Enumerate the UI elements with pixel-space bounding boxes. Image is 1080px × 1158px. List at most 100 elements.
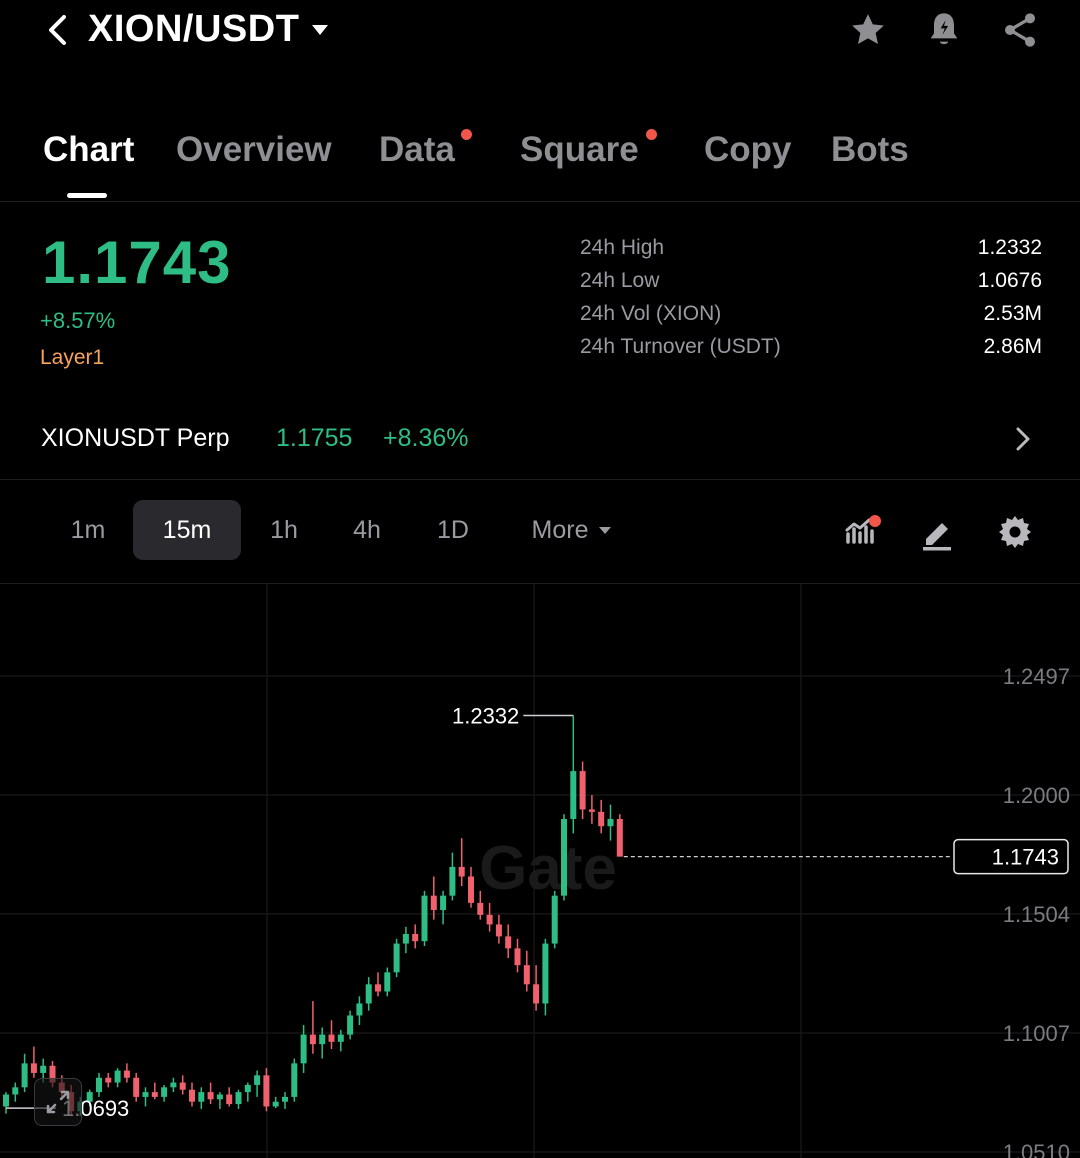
stat-value: 2.86M [983,335,1042,358]
tab-chart[interactable]: Chart [43,130,134,170]
tab-overview[interactable]: Overview [176,130,332,170]
pair-selector[interactable]: XION/USDT [88,8,329,51]
perp-link-row[interactable]: XIONUSDT Perp 1.1755 +8.36% [0,410,1080,480]
stat-label: 24h Vol (XION) [580,302,722,325]
expand-fullscreen-icon[interactable] [34,1078,82,1126]
candle-body [375,984,381,992]
candle-body [114,1070,121,1083]
price-change-percent: +8.57% [40,308,116,333]
top-header: XION/USDT [0,0,1080,70]
candle-body [319,1034,326,1045]
candle-body [30,1063,37,1073]
candle-body [393,943,400,973]
candle-body [282,1096,288,1102]
y-axis-tick-label: 1.1504 [1003,902,1070,927]
current-price-label: 1.1743 [992,845,1059,870]
perp-name: XIONUSDT Perp [41,424,230,452]
candle-body [616,819,623,857]
indicators-icon[interactable] [842,512,882,552]
stat-label: 24h Low [580,269,660,292]
interval-1h[interactable]: 1h [252,500,316,560]
last-price: 1.1743 [42,229,232,296]
stat-row-high: 24h High 1.2332 [580,236,1042,269]
pair-title: XION/USDT [88,8,300,50]
interval-1d[interactable]: 1D [420,500,486,560]
stat-row-volume: 24h Vol (XION) 2.53M [580,302,1042,335]
candle-body [170,1082,177,1088]
candle-body [551,895,558,944]
candle-body [216,1094,223,1100]
candlestick-chart[interactable]: Gate 1.23321.06931.1743 1.24971.20001.15… [0,584,1080,1158]
candle-body [272,1101,279,1107]
candle-body [291,1063,298,1097]
candle-body [40,1065,47,1073]
candle-body [189,1089,195,1102]
draw-pencil-icon[interactable] [918,512,958,552]
candle-body [207,1092,214,1100]
stat-value: 1.2332 [977,236,1042,259]
stats-panel: 24h High 1.2332 24h Low 1.0676 24h Vol (… [580,236,1042,368]
candle-body [244,1084,251,1093]
candle-body [430,895,437,911]
candle-body [561,819,567,896]
settings-gear-icon[interactable] [995,512,1035,552]
interval-1m[interactable]: 1m [55,500,121,560]
bell-alert-icon[interactable] [922,8,966,52]
stat-value: 2.53M [983,302,1042,325]
interval-more-dropdown[interactable]: More [512,500,632,560]
candle-body [505,936,512,949]
interval-4h[interactable]: 4h [334,500,400,560]
candle-body [533,984,540,1004]
candle-body [235,1092,242,1105]
candle-body [123,1070,130,1078]
candle-body [133,1077,140,1097]
candle-body [570,771,577,820]
interval-bar: 1m 15m 1h 4h 1D More [0,482,1080,584]
star-icon[interactable] [846,8,890,52]
candle-body [105,1077,112,1083]
tab-square[interactable]: Square [520,130,639,170]
candle-body [356,1003,363,1016]
candle-body [328,1034,335,1042]
candle-body [21,1063,28,1088]
tab-bots[interactable]: Bots [831,130,909,170]
candle-body [254,1075,261,1085]
category-tag[interactable]: Layer1 [40,346,104,370]
y-axis-tick-label: 1.2000 [1003,783,1070,808]
tab-square-notification-dot [646,129,657,140]
candle-body [542,943,549,1004]
candle-body [495,924,502,937]
candle-body [142,1092,149,1097]
candle-body [198,1092,205,1102]
high-marker-label: 1.2332 [452,704,519,729]
stat-label: 24h Turnover (USDT) [580,335,781,358]
price-chart[interactable]: Gate 1.2332 1.0693 1.1743 1.2497 1.2000 1.15… [0,584,1080,1158]
candle-body [263,1075,270,1107]
candle-body [300,1034,307,1064]
caret-down-icon [312,24,329,35]
candle-body [347,1015,354,1035]
stat-label: 24h High [580,236,665,259]
candle-body [402,934,409,944]
stat-row-low: 24h Low 1.0676 [580,269,1042,302]
perp-change: +8.36% [383,424,469,452]
candle-body [523,965,530,985]
candle-body [514,948,521,966]
candle-body [449,866,456,896]
candle-body [226,1094,233,1105]
tab-data[interactable]: Data [379,130,455,170]
perp-price: 1.1755 [276,424,353,452]
candle-body [309,1034,316,1045]
candle-body [3,1094,9,1107]
y-axis-tick-label: 1.2497 [1003,664,1070,689]
interval-15m[interactable]: 15m [133,500,241,560]
candle-body [151,1092,158,1097]
tab-data-notification-dot [461,129,472,140]
back-icon[interactable] [40,10,74,50]
active-tab-indicator [67,193,107,198]
more-label: More [531,515,589,544]
share-icon[interactable] [998,8,1042,52]
candle-body [486,914,493,925]
candle-body [458,866,465,877]
tab-copy[interactable]: Copy [704,130,792,170]
